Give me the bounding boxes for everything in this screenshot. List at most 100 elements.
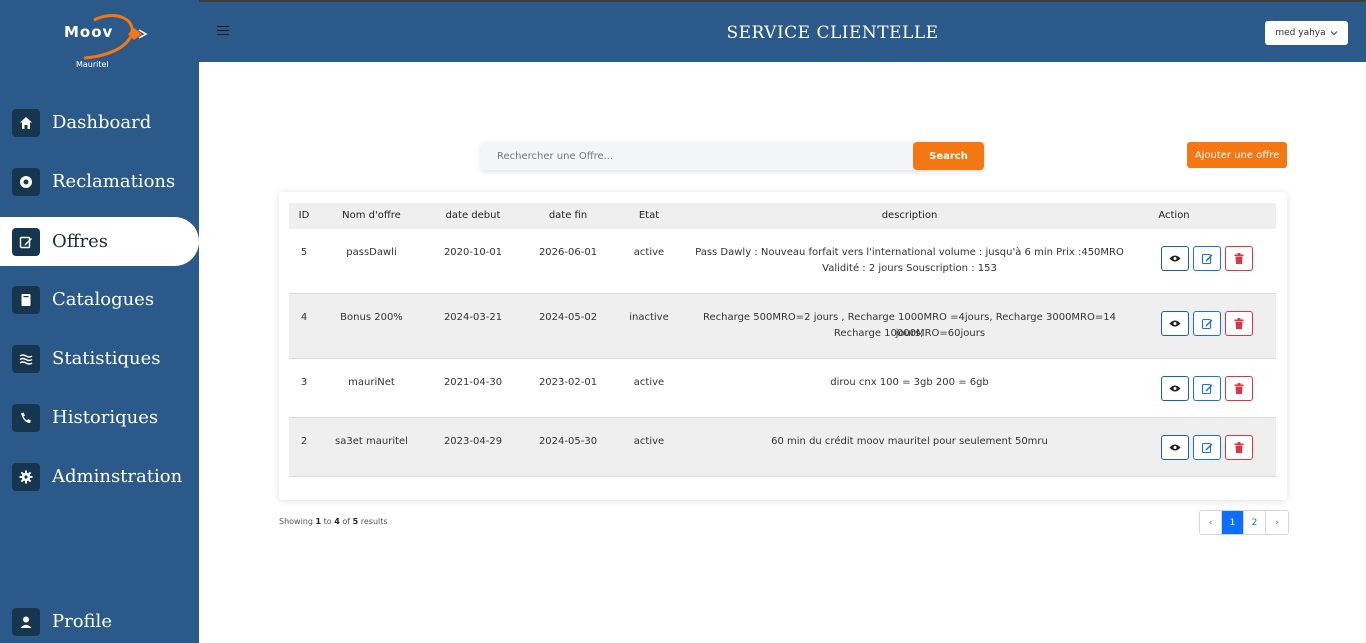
cell-end-date: 2026-06-01	[538, 247, 598, 258]
sidebar-item-reclamations[interactable]: Reclamations	[0, 157, 199, 206]
cell-id: 5	[300, 247, 308, 258]
column-header-end: date fin	[548, 210, 588, 221]
edit-icon	[1201, 383, 1212, 394]
sidebar-item-adminstration[interactable]: Adminstration	[0, 452, 199, 501]
cell-end-date: 2024-05-30	[538, 436, 598, 447]
trash-icon	[1234, 383, 1244, 394]
cell-id: 2	[300, 436, 308, 447]
delete-button[interactable]	[1225, 435, 1253, 460]
column-header-state: Etat	[638, 210, 660, 221]
top-header: SERVICE CLIENTELLE med yahya	[199, 0, 1366, 62]
brand-subtitle: Mauritel	[76, 60, 109, 69]
cell-start-date: 2020-10-01	[443, 247, 503, 258]
page-next-button[interactable]: ›	[1266, 511, 1288, 534]
user-menu-button[interactable]: med yahya	[1265, 21, 1348, 45]
eye-icon	[1169, 444, 1181, 451]
eye-icon	[1169, 255, 1181, 262]
sidebar-item-catalogues[interactable]: Catalogues	[0, 275, 199, 324]
search-bar: Search	[481, 142, 984, 170]
trash-icon	[1234, 253, 1244, 264]
sidebar-item-label: Adminstration	[52, 466, 183, 487]
edit-button[interactable]	[1193, 435, 1221, 460]
delete-button[interactable]	[1225, 311, 1253, 336]
eye-icon	[1169, 320, 1181, 327]
row-actions	[1161, 311, 1253, 336]
page-button-1[interactable]: 1	[1222, 511, 1244, 534]
column-header-action: Action	[1158, 210, 1190, 221]
table-row: 5 passDawli 2020-10-01 2026-06-01 active…	[289, 229, 1276, 294]
sidebar: Moov Mauritel Dashboard Reclamations Off…	[0, 0, 199, 643]
user-icon	[12, 607, 40, 636]
cell-end-date: 2023-02-01	[538, 377, 598, 388]
summary-to: 4	[334, 517, 340, 526]
search-button[interactable]: Search	[913, 142, 984, 170]
gear-icon	[12, 462, 40, 491]
sidebar-item-dashboard[interactable]: Dashboard	[0, 98, 199, 147]
sidebar-item-label: Profile	[52, 611, 112, 632]
edit-icon	[12, 227, 40, 256]
pagination: ‹ 1 2 ›	[1199, 510, 1289, 535]
cell-id: 3	[300, 377, 308, 388]
book-icon	[12, 285, 40, 314]
delete-button[interactable]	[1225, 376, 1253, 401]
row-actions	[1161, 376, 1253, 401]
sidebar-item-label: Offres	[52, 231, 109, 252]
cell-description-line1: 60 min du crédit moov mauritel pour seul…	[771, 436, 1048, 447]
sidebar-item-label: Statistiques	[52, 348, 161, 369]
trash-icon	[1234, 442, 1244, 453]
view-button[interactable]	[1161, 435, 1189, 460]
table-row: 3 mauriNet 2021-04-30 2023-02-01 active …	[289, 359, 1276, 418]
row-actions	[1161, 246, 1253, 271]
chevron-down-icon	[1330, 31, 1337, 36]
view-button[interactable]	[1161, 246, 1189, 271]
view-button[interactable]	[1161, 311, 1189, 336]
cell-state: active	[633, 247, 665, 258]
cell-end-date: 2024-05-02	[538, 312, 598, 323]
edit-button[interactable]	[1193, 246, 1221, 271]
cell-description-line1: Pass Dawly : Nouveau forfait vers l'inte…	[695, 247, 1124, 258]
edit-icon	[1201, 442, 1212, 453]
summary-prefix: Showing	[279, 517, 313, 526]
cell-start-date: 2021-04-30	[443, 377, 503, 388]
sidebar-item-label: Reclamations	[52, 171, 176, 192]
search-input[interactable]	[481, 142, 913, 170]
row-actions	[1161, 435, 1253, 460]
add-offer-button[interactable]: Ajouter une offre	[1187, 142, 1287, 168]
edit-button[interactable]	[1193, 311, 1221, 336]
cell-state: active	[633, 436, 665, 447]
trash-icon	[1234, 318, 1244, 329]
sidebar-item-offres[interactable]: Offres	[0, 217, 199, 266]
phone-icon	[12, 403, 40, 432]
column-header-id: ID	[298, 210, 310, 221]
page-button-2[interactable]: 2	[1244, 511, 1266, 534]
cell-description-line2: Recharge 10000MRO=60jours	[833, 328, 986, 339]
sidebar-item-label: Catalogues	[52, 289, 155, 310]
page-title: SERVICE CLIENTELLE	[726, 23, 939, 43]
view-button[interactable]	[1161, 376, 1189, 401]
brand-name: Moov	[64, 23, 114, 41]
table-row: 4 Bonus 200% 2024-03-21 2024-05-02 inact…	[289, 294, 1276, 359]
cell-name: passDawli	[346, 247, 397, 258]
sidebar-item-statistiques[interactable]: Statistiques	[0, 334, 199, 383]
home-icon	[12, 108, 40, 137]
results-summary: Showing 1 to 4 of 5 results	[279, 517, 388, 526]
user-name: med yahya	[1275, 28, 1326, 38]
cell-name: sa3et mauritel	[335, 436, 408, 447]
edit-button[interactable]	[1193, 376, 1221, 401]
delete-button[interactable]	[1225, 246, 1253, 271]
circle-dot-icon	[12, 167, 40, 196]
cell-description-line1: dirou cnx 100 = 3gb 200 = 6gb	[830, 377, 989, 388]
page-prev-button[interactable]: ‹	[1200, 511, 1222, 534]
summary-to-word: to	[323, 517, 332, 526]
cell-name: mauriNet	[348, 377, 395, 388]
table-header: ID Nom d'offre date debut date fin Etat …	[289, 203, 1276, 229]
sidebar-item-historiques[interactable]: Historiques	[0, 393, 199, 442]
summary-of-word: of	[342, 517, 351, 526]
cell-id: 4	[300, 312, 308, 323]
sidebar-item-label: Dashboard	[52, 112, 152, 133]
edit-icon	[1201, 253, 1212, 264]
brand-logo[interactable]: Moov Mauritel	[54, 12, 149, 72]
offers-table: ID Nom d'offre date debut date fin Etat …	[279, 192, 1287, 500]
cell-state: active	[633, 377, 665, 388]
sidebar-item-profile[interactable]: Profile	[0, 597, 199, 643]
